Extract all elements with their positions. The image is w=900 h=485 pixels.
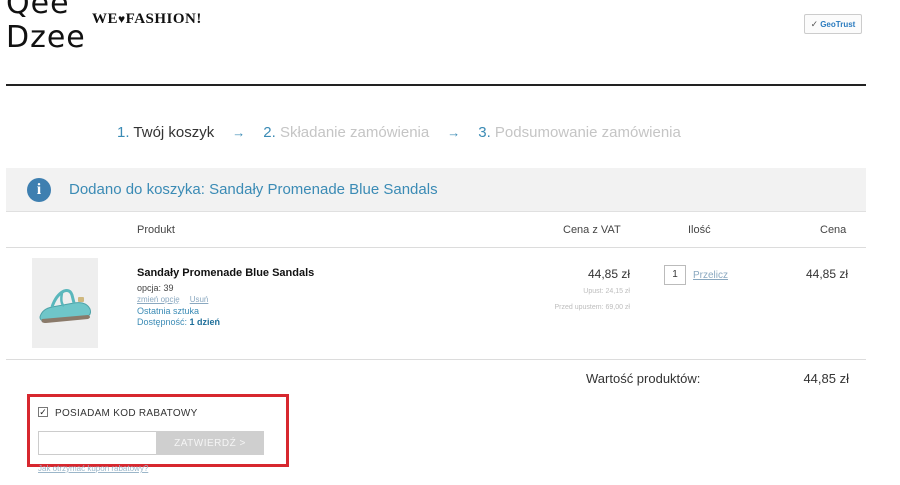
geotrust-label: GeoTrust — [820, 19, 856, 29]
coupon-checkbox-label[interactable]: POSIADAM KOD RABATOWY — [55, 408, 198, 419]
step-1[interactable]: 1. Twój koszyk — [117, 124, 214, 141]
column-header-price-vat: Cena z VAT — [563, 224, 621, 236]
checkmark-icon: ✓ — [810, 18, 819, 29]
availability-value: 1 dzień — [189, 317, 221, 327]
tagline-pre: WE — [92, 11, 119, 27]
coupon-info-link[interactable]: Jak otrzymać kupon rabatowy? — [38, 464, 148, 473]
column-header-product: Produkt — [137, 224, 175, 236]
sandal-image — [39, 289, 91, 323]
discount-amount: Upust: 24,15 zł — [583, 288, 630, 295]
step-1-label: Twój koszyk — [133, 124, 215, 141]
coupon-checkbox[interactable]: ✓ — [38, 407, 48, 417]
geotrust-badge[interactable]: ✓ GeoTrust — [804, 14, 862, 34]
recalculate-link[interactable]: Przelicz — [693, 270, 728, 281]
step-3-label: Podsumowanie zamówienia — [494, 124, 681, 141]
availability-label: Dostępność: — [137, 317, 188, 327]
products-value: 44,85 zł — [803, 371, 849, 386]
step-3-number: 3. — [478, 124, 491, 141]
info-icon: i — [27, 177, 51, 202]
step-1-number: 1. — [117, 124, 130, 141]
arrow-right-icon: → — [232, 125, 246, 140]
cart-notification: i Dodano do koszyka: Sandały Promenade B… — [6, 168, 866, 212]
table-header-divider — [6, 247, 866, 248]
logo-line2: Dzee — [6, 20, 86, 55]
table-footer-divider — [6, 359, 866, 360]
quantity-input[interactable]: 1 — [664, 265, 686, 285]
remove-item-link[interactable]: Usuń — [190, 295, 209, 304]
product-thumbnail[interactable] — [32, 258, 98, 348]
tagline-post: FASHION! — [125, 11, 202, 27]
product-option: opcja: 39 — [137, 283, 174, 293]
coupon-code-input[interactable] — [38, 431, 157, 455]
column-header-quantity: Ilość — [688, 224, 711, 236]
cart-notification-message: Dodano do koszyka: Sandały Promenade Blu… — [69, 181, 438, 198]
product-name[interactable]: Sandały Promenade Blue Sandals — [137, 267, 314, 279]
step-2-label: Składanie zamówienia — [279, 124, 430, 141]
brand-tagline: WE♥FASHION! — [92, 11, 202, 28]
logo-line1: Qee — [6, 0, 70, 21]
price-before-discount: Przed upustem: 69,00 zł — [554, 304, 631, 311]
availability: Dostępność: 1 dzień — [137, 317, 220, 327]
product-actions: zmień opcję Usuń — [137, 295, 208, 304]
products-value-label: Wartość produktów: — [586, 371, 701, 386]
coupon-submit-button[interactable]: ZATWIERDŹ > — [156, 431, 264, 455]
step-2-number: 2. — [263, 124, 276, 141]
stock-notice: Ostatnia sztuka — [137, 306, 200, 316]
change-option-link[interactable]: zmień opcję — [137, 295, 180, 304]
heart-icon: ♥ — [118, 12, 126, 26]
column-header-price: Cena — [820, 224, 847, 236]
unit-price: 44,85 zł — [587, 267, 630, 281]
arrow-right-icon: → — [447, 125, 461, 140]
checkout-steps: 1. Twój koszyk → 2. Składanie zamówienia… — [117, 124, 681, 141]
row-total: 44,85 zł — [805, 267, 848, 281]
step-3: 3. Podsumowanie zamówienia — [478, 124, 681, 141]
header-divider — [6, 84, 866, 86]
step-2: 2. Składanie zamówienia — [263, 124, 429, 141]
